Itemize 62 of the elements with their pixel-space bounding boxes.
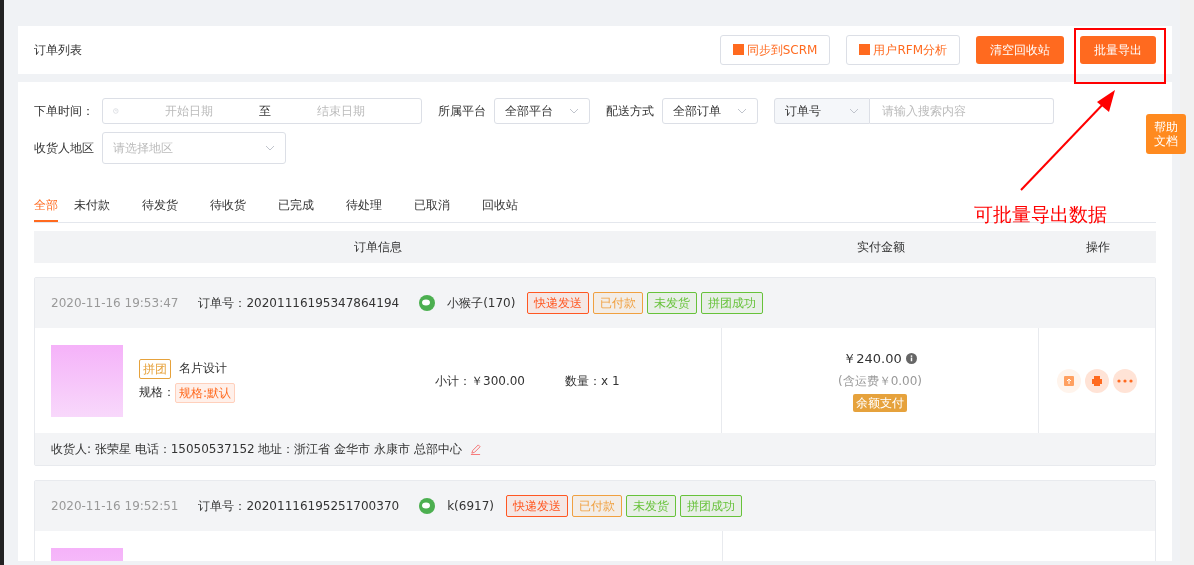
spec-tag: 规格:默认 [175, 382, 236, 403]
end-date-field[interactable]: 结束日期 [270, 101, 411, 121]
status-tag: 未发货 [647, 292, 698, 314]
order-number: 订单号：20201116195347864194 [198, 295, 400, 312]
platform-select[interactable]: 全部平台 [494, 98, 590, 124]
start-date-field[interactable]: 开始日期 [118, 101, 259, 121]
chevron-down-icon [265, 145, 275, 151]
order-time: 2020-11-16 19:52:51 [51, 498, 179, 515]
printer-icon[interactable] [1085, 368, 1110, 393]
checkbox-icon [859, 44, 871, 55]
column-header: 操作 [1086, 240, 1110, 254]
status-tag: 快递发送 [506, 495, 568, 517]
status-tab[interactable]: 待发货 [142, 196, 194, 222]
more-icon[interactable] [1113, 368, 1138, 393]
payment-method-badge: 余额支付 [853, 394, 907, 413]
order-time: 2020-11-16 19:53:47 [51, 295, 179, 312]
column-header: 订单信息 [354, 240, 402, 254]
status-tab[interactable]: 已完成 [278, 196, 330, 222]
chat-icon [419, 295, 436, 311]
status-tag: 拼团成功 [701, 292, 764, 314]
status-tag: 未发货 [626, 495, 676, 517]
chevron-down-icon [737, 108, 747, 114]
chat-icon [419, 498, 436, 514]
filter-label: 所属平台 [438, 103, 486, 120]
status-tab[interactable]: 待收货 [210, 196, 262, 222]
status-tab[interactable]: 待处理 [346, 196, 398, 222]
shipping-address: 收货人: 张荣星 电话：15050537152 地址：浙江省 金华市 永康市 总部中心 [51, 441, 462, 458]
filter-label: 配送方式 [606, 103, 654, 120]
order-number: 订单号：20201116195251700370 [198, 498, 400, 515]
status-tag: 快递发送 [527, 292, 590, 314]
status-tag: 已付款 [593, 292, 644, 314]
info-icon [905, 353, 917, 364]
status-tab[interactable]: 回收站 [482, 196, 534, 222]
range-separator: 至 [258, 103, 271, 120]
product-name: 名片设计 [179, 359, 227, 377]
archive-icon[interactable] [1057, 368, 1082, 393]
delivery-select[interactable]: 全部订单 [662, 98, 758, 124]
quantity: 数量：x 1 [565, 372, 620, 390]
shipping-fee: (含运费￥0.00) [837, 373, 923, 391]
status-tab[interactable]: 未付款 [74, 196, 126, 222]
search-type-select[interactable]: 订单号 [774, 98, 870, 124]
filter-label: 下单时间： [34, 103, 94, 120]
clock-icon [113, 105, 119, 117]
buyer-name: k(6917) [447, 498, 494, 515]
page-title: 订单列表 [34, 42, 82, 59]
search-field[interactable]: 请输入搜索内容 [870, 98, 1054, 124]
buyer-name: 小猴子(170) [447, 295, 516, 312]
group-buy-tag: 拼团 [139, 358, 171, 379]
annotation-text: 可批量导出数据 [974, 202, 1107, 227]
filter-label: 收货人地区 [34, 140, 94, 157]
status-tag: 已付款 [572, 495, 622, 517]
checkbox-icon [732, 44, 744, 55]
subtotal: 小计：￥300.00 [435, 372, 525, 390]
column-header: 实付金额 [857, 240, 905, 254]
edit-icon[interactable] [469, 443, 481, 455]
chevron-down-icon [849, 108, 859, 114]
paid-price: ￥240.00 [843, 349, 902, 368]
status-tag: 拼团成功 [680, 495, 742, 517]
date-range-field[interactable]: 开始日期 至 结束日期 [102, 98, 422, 124]
status-tab[interactable]: 已取消 [414, 196, 466, 222]
spec-label: 规格： [139, 383, 175, 401]
chevron-down-icon [569, 108, 579, 114]
